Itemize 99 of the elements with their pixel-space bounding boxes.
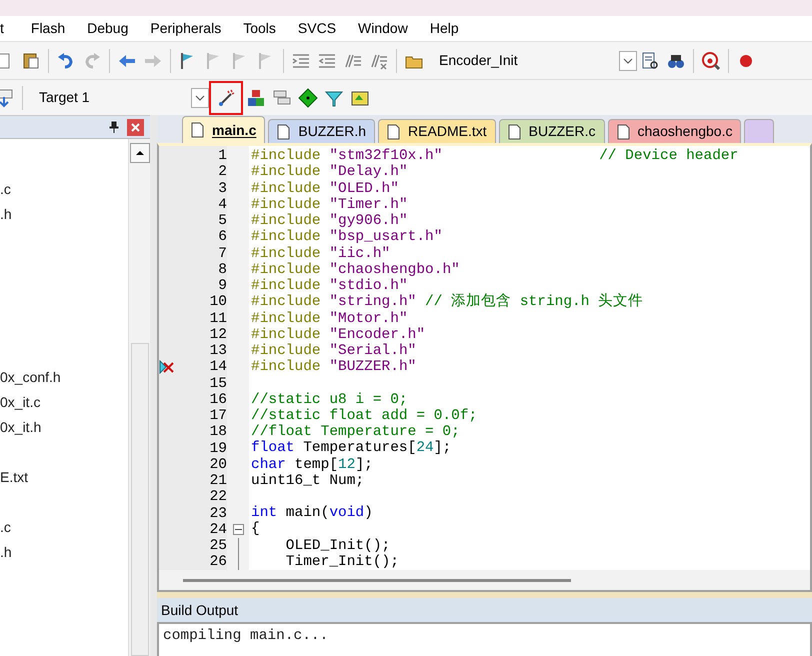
editor-tab[interactable]: BUZZER.h	[268, 119, 376, 143]
line-number: 20	[210, 456, 227, 473]
code-line: #include "Delay.h"	[250, 164, 408, 180]
scrollbar-thumb[interactable]	[183, 578, 571, 582]
code-line: //static u8 i = 0;	[250, 392, 408, 408]
scroll-up-icon[interactable]	[130, 143, 150, 163]
menu-item[interactable]: Help	[418, 18, 470, 39]
file-icon	[616, 124, 630, 140]
target-combo[interactable]: Target 1	[27, 84, 209, 112]
stacked-windows-icon[interactable]	[272, 88, 292, 108]
editor-tab[interactable]: BUZZER.c	[498, 119, 605, 143]
code-line: //float Temperature = 0;	[250, 424, 460, 440]
code-line: int main(void)	[250, 505, 373, 522]
code-line: #include "chaoshengbo.h"	[250, 262, 460, 278]
line-number: 11	[210, 310, 227, 327]
inspect-icon[interactable]	[701, 50, 721, 70]
tree-item[interactable]: 0x_conf.h	[0, 365, 128, 390]
code-line: Timer_Init();	[284, 554, 399, 570]
menu-item[interactable]: Window	[347, 18, 419, 39]
code-line: float Temperatures[24];	[250, 440, 452, 456]
line-number: 6	[218, 229, 227, 246]
code-line: #include "gy906.h"	[250, 213, 408, 230]
tree-item[interactable]: .c	[0, 177, 128, 202]
line-number: 16	[210, 392, 227, 408]
code-line: #include "stm32f10x.h" // Device header	[250, 148, 738, 164]
editor-tab[interactable]: chaoshengbo.c	[608, 119, 742, 143]
line-number: 24	[210, 522, 227, 538]
download-icon[interactable]	[0, 88, 15, 108]
code-line: #include "stdio.h"	[250, 278, 408, 294]
line-number: 2	[218, 164, 227, 180]
components-icon[interactable]	[246, 88, 266, 108]
line-number: 25	[210, 538, 227, 554]
panel-title: Build Output	[161, 600, 238, 620]
tree-item[interactable]: .h	[0, 202, 128, 227]
close-icon[interactable]	[127, 118, 144, 136]
line-number: 1	[218, 148, 227, 164]
line-number: 8	[218, 262, 227, 278]
line-number: 21	[210, 473, 227, 490]
horizontal-scrollbar[interactable]	[159, 570, 810, 590]
file-icon	[191, 122, 204, 138]
code-line: #include "Encoder.h"	[250, 326, 426, 343]
editor-tab[interactable]: README.txt	[378, 119, 496, 143]
dropdown-caret-icon[interactable]	[619, 50, 637, 70]
code-line: #include "iic.h"	[250, 246, 390, 262]
line-number: 7	[218, 246, 227, 262]
line-number: 23	[210, 506, 227, 522]
code-line: #include "Serial.h"	[250, 343, 416, 360]
line-number: 13	[210, 343, 227, 360]
line-number: 17	[210, 408, 227, 424]
line-number: 19	[210, 440, 227, 457]
tree-item[interactable]: .h	[0, 540, 128, 565]
function-combo[interactable]: Encoder_Init	[427, 46, 637, 74]
menu-item[interactable]: Tools	[232, 18, 287, 39]
line-number: 4	[218, 196, 227, 213]
file-icon	[277, 124, 290, 140]
scrollbar-thumb[interactable]	[130, 343, 148, 656]
file-icon	[508, 124, 521, 140]
editor-tab[interactable]: main.c	[182, 116, 266, 143]
diamond-icon[interactable]	[298, 88, 318, 108]
tree-item[interactable]: E.txt	[0, 465, 128, 490]
line-number: 14	[210, 359, 227, 376]
menu-item[interactable]: Debug	[76, 18, 140, 39]
line-number: 15	[210, 376, 227, 392]
code-line: char temp[12];	[250, 456, 373, 473]
fold-toggle-icon[interactable]	[232, 524, 244, 535]
pin-icon[interactable]	[109, 121, 119, 133]
code-line: {	[250, 521, 260, 538]
line-number: 5	[218, 213, 227, 230]
menu-item[interactable]: t	[0, 18, 20, 39]
line-number: 26	[210, 554, 227, 570]
code-line: //static float add = 0.0f;	[250, 408, 478, 424]
code-line: #include "bsp_usart.h"	[250, 229, 442, 246]
line-number: 22	[210, 489, 227, 506]
line-number: 12	[210, 326, 227, 343]
paste-icon[interactable]	[21, 50, 41, 70]
wand-button[interactable]	[209, 80, 243, 114]
output-line: compiling main.c...	[163, 627, 330, 646]
code-line: #include "OLED.h"	[250, 180, 399, 197]
magic-wand-icon	[216, 88, 236, 108]
menu-item[interactable]: SVCS	[286, 18, 348, 39]
menu-item[interactable]: Flash	[20, 18, 76, 39]
line-number: 10	[210, 294, 227, 310]
line-number: 3	[218, 180, 227, 197]
tree-item[interactable]: 0x_it.c	[0, 390, 128, 415]
line-number: 9	[218, 278, 227, 294]
tree-item[interactable]: .c	[0, 515, 128, 540]
menu-item[interactable]: Peripherals	[139, 18, 232, 39]
code-line: #include "BUZZER.h"	[250, 359, 416, 376]
code-line: OLED_Init();	[284, 538, 390, 554]
file-icon	[387, 124, 400, 140]
code-line: #include "Timer.h"	[250, 196, 408, 213]
code-line: #include "string.h" // 添加包含 string.h 头文件	[250, 294, 644, 310]
line-number: 18	[210, 424, 227, 440]
vertical-scrollbar[interactable]	[128, 139, 150, 656]
tree-item[interactable]: 0x_it.h	[0, 415, 128, 440]
dropdown-caret-icon[interactable]	[191, 88, 209, 108]
document-search-icon[interactable]	[640, 50, 660, 70]
code-line: #include "Motor.h"	[250, 310, 408, 327]
code-line: uint16_t Num;	[250, 472, 364, 489]
